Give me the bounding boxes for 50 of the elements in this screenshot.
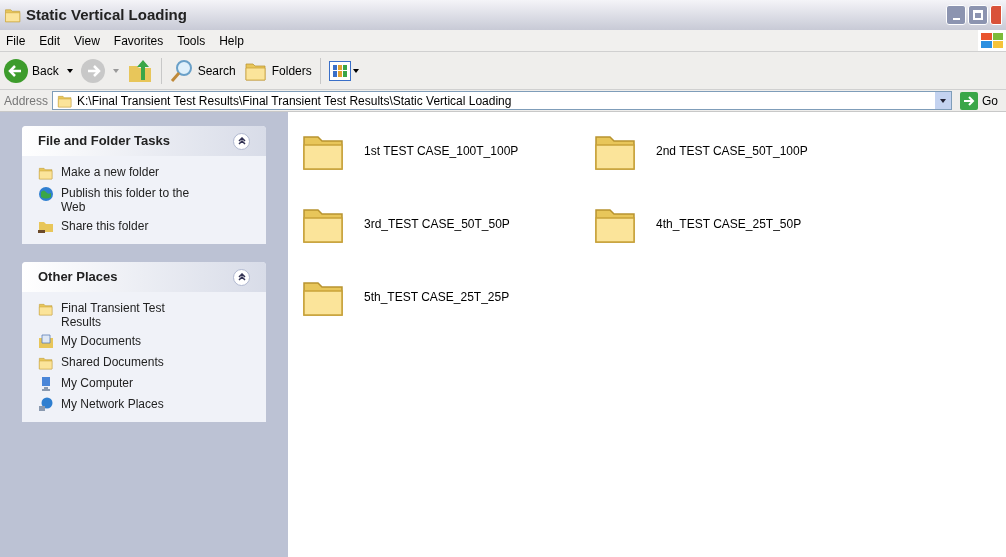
folder-icon xyxy=(4,6,22,24)
go-button[interactable]: Go xyxy=(956,91,1002,110)
folder-name[interactable]: 5th_TEST CASE_25T_25P xyxy=(364,288,510,306)
minimize-button[interactable] xyxy=(946,5,966,25)
address-field[interactable]: K:\Final Transient Test Results\Final Transient Test Results\Static Vertical Loading xyxy=(52,91,952,110)
menu-item[interactable]: Tools xyxy=(177,31,206,50)
back-button[interactable]: Back xyxy=(4,58,59,83)
caret-icon xyxy=(940,98,946,103)
task-link[interactable]: My Computer xyxy=(61,376,201,390)
search-icon xyxy=(169,58,194,83)
folder-name[interactable]: 1st TEST CASE_100T_100P xyxy=(364,142,519,160)
collapse-button[interactable] xyxy=(233,132,250,150)
menu-item[interactable]: View xyxy=(74,31,100,50)
panel-title: Other Places xyxy=(38,268,118,287)
shared-folder-icon xyxy=(38,219,54,235)
panel-title: File and Folder Tasks xyxy=(38,132,170,151)
task-link[interactable]: Final Transient Test Results xyxy=(61,301,201,329)
search-button[interactable]: Search xyxy=(169,58,236,83)
menu-item[interactable]: File xyxy=(6,31,26,50)
folder-icon xyxy=(38,301,54,317)
folder-name[interactable]: 4th_TEST CASE_25T_50P xyxy=(656,215,802,233)
chevron-up-icon xyxy=(237,137,246,145)
folders-button[interactable]: Folders xyxy=(243,58,312,83)
new-folder-icon xyxy=(38,165,54,181)
menu-item[interactable]: Help xyxy=(219,31,244,50)
folder-name[interactable]: 3rd_TEST CASE_50T_50P xyxy=(364,215,510,233)
caret-icon xyxy=(66,68,73,73)
task-link[interactable]: Make a new folder xyxy=(61,165,201,179)
globe-icon xyxy=(38,186,54,202)
task-link[interactable]: My Network Places xyxy=(61,397,201,411)
maximize-button[interactable] xyxy=(968,5,988,25)
task-link[interactable]: Share this folder xyxy=(61,219,201,233)
views-button[interactable] xyxy=(328,60,359,81)
documents-folder-icon xyxy=(38,334,54,350)
caret-icon xyxy=(352,68,359,73)
caret-icon xyxy=(112,68,119,73)
address-label: Address xyxy=(4,92,49,110)
menu-item[interactable]: Favorites xyxy=(113,31,164,50)
task-link[interactable]: My Documents xyxy=(61,334,201,348)
task-link[interactable]: Publish this folder to the Web xyxy=(61,186,201,214)
task-link[interactable]: Shared Documents xyxy=(61,355,201,369)
folder-icon xyxy=(38,355,54,371)
collapse-button[interactable] xyxy=(233,268,250,286)
windows-logo-icon xyxy=(978,30,1006,51)
window-title: Static Vertical Loading xyxy=(26,4,187,25)
folder-name[interactable]: 2nd TEST CASE_50T_100P xyxy=(656,142,808,160)
network-icon xyxy=(38,397,54,413)
dropdown-button[interactable] xyxy=(935,92,951,109)
chevron-up-icon xyxy=(237,273,246,281)
menu-item[interactable]: Edit xyxy=(39,31,61,50)
